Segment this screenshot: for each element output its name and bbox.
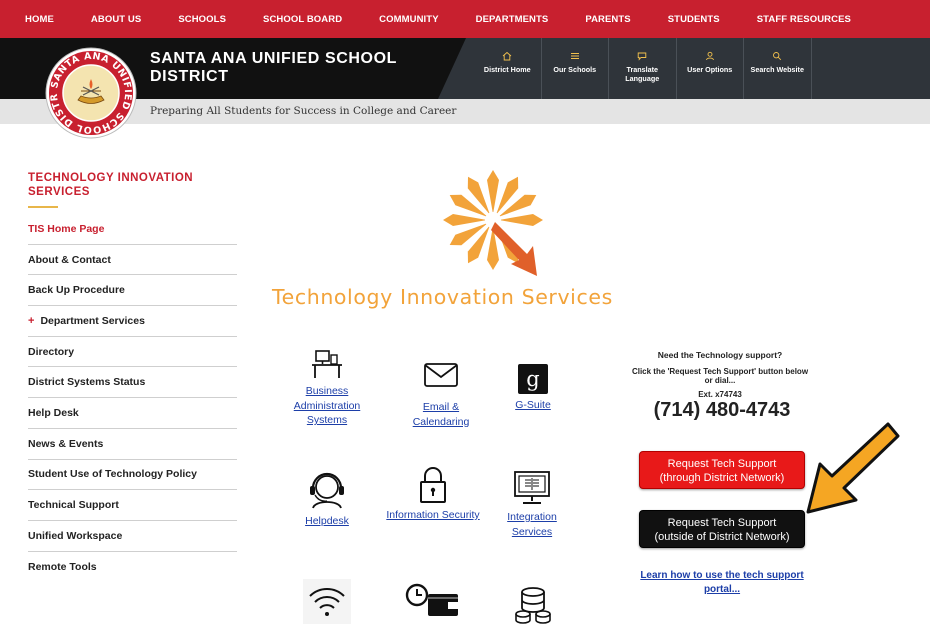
sidebar-title: TECHNOLOGY INNOVATION SERVICES xyxy=(28,172,194,198)
sidebar-menu: TIS Home Page About & Contact Back Up Pr… xyxy=(28,214,237,582)
sidebar-title-divider xyxy=(28,206,58,208)
request-tech-support-internal-button[interactable]: Request Tech Support (through District N… xyxy=(639,451,805,489)
nav-home[interactable]: HOME xyxy=(25,14,54,25)
sidebar-item-label: Student Use of Technology Policy xyxy=(28,468,197,481)
nav-students[interactable]: STUDENTS xyxy=(668,14,720,25)
menu-icon xyxy=(570,53,579,59)
clock-wallet-icon xyxy=(405,583,458,616)
quick-link-district-home[interactable]: District Home xyxy=(474,38,542,99)
quick-link-user-options[interactable]: User Options xyxy=(677,38,744,99)
quick-link-our-schools[interactable]: Our Schools xyxy=(542,38,609,99)
nav-about-us[interactable]: ABOUT US xyxy=(91,14,141,25)
google-icon: g xyxy=(518,364,548,394)
sidebar-item-label: TIS Home Page xyxy=(28,222,105,235)
quick-link-label: Translate Language xyxy=(625,65,660,83)
sidebar-item-tis-home-page[interactable]: TIS Home Page xyxy=(28,214,237,245)
sidebar-item-department-services[interactable]: + Department Services xyxy=(28,306,237,337)
support-instruction: Click the 'Request Tech Support' button … xyxy=(631,367,809,385)
tile-email-calendaring[interactable]: Email & Calendaring xyxy=(400,362,482,429)
nav-schools[interactable]: SCHOOLS xyxy=(178,14,226,25)
nav-parents[interactable]: PARENTS xyxy=(585,14,630,25)
support-question: Need the Technology support? xyxy=(657,350,783,360)
button-label-line1: Request Tech Support xyxy=(667,516,777,529)
tile-information-security[interactable]: Information Security xyxy=(382,466,484,523)
sidebar-item-back-up-procedure[interactable]: Back Up Procedure xyxy=(28,275,237,307)
tile-wifi[interactable] xyxy=(303,579,351,624)
sidebar-item-label: Directory xyxy=(28,345,75,358)
sidebar-item-remote-tools[interactable]: Remote Tools xyxy=(28,552,237,583)
nav-community[interactable]: COMMUNITY xyxy=(379,14,438,25)
headset-icon xyxy=(310,472,344,509)
tagline-strip xyxy=(0,99,930,124)
search-icon xyxy=(773,52,782,61)
tile-integration-services[interactable]: Integration Services xyxy=(500,470,564,539)
padlock-icon xyxy=(420,467,446,503)
sidebar-item-label: Back Up Procedure xyxy=(28,284,125,297)
tile-business-administration[interactable]: Business Administration Systems xyxy=(285,348,369,428)
sidebar-item-unified-workspace[interactable]: Unified Workspace xyxy=(28,521,237,552)
site-title[interactable]: SANTA ANA UNIFIED SCHOOL DISTRICT xyxy=(150,50,420,86)
quick-link-translate-language[interactable]: Translate Language xyxy=(609,38,677,99)
quick-link-label: User Options xyxy=(687,65,733,74)
tis-starburst-logo xyxy=(443,170,543,276)
sidebar-item-district-systems-status[interactable]: District Systems Status xyxy=(28,367,237,399)
sidebar-item-directory[interactable]: Directory xyxy=(28,337,237,368)
tile-clock-wallet[interactable] xyxy=(403,582,461,620)
quick-link-label: Search Website xyxy=(750,65,804,74)
tile-g-suite[interactable]: g G-Suite xyxy=(505,364,561,413)
button-label-line1: Request Tech Support xyxy=(667,457,777,470)
district-seal-logo[interactable]: SANTA ANA UNIFIED SCHOOL DISTRICT xyxy=(45,47,137,139)
envelope-icon xyxy=(424,363,458,387)
nav-school-board[interactable]: SCHOOL BOARD xyxy=(263,14,342,25)
button-label-line2: (through District Network) xyxy=(659,471,785,484)
tile-link[interactable]: Email & Calendaring xyxy=(400,400,482,429)
sidebar-item-help-desk[interactable]: Help Desk xyxy=(28,398,237,429)
request-tech-support-external-button[interactable]: Request Tech Support (outside of Distric… xyxy=(639,510,805,548)
tile-link[interactable]: Helpdesk xyxy=(290,514,364,529)
sidebar-item-technical-support[interactable]: Technical Support xyxy=(28,490,237,521)
top-navigation: HOME ABOUT US SCHOOLS SCHOOL BOARD COMMU… xyxy=(0,0,930,38)
tile-link[interactable]: Business Administration Systems xyxy=(285,384,369,428)
desk-computer-icon xyxy=(312,350,342,378)
support-phone-number: (714) 480-4743 xyxy=(653,399,791,421)
expand-plus-icon[interactable]: + xyxy=(28,315,34,327)
quick-links: District Home Our Schools Translate Lang… xyxy=(474,38,812,99)
sidebar-item-label: Help Desk xyxy=(28,406,79,419)
support-extension: Ext. x74743 xyxy=(698,390,742,399)
site-tagline: Preparing All Students for Success in Co… xyxy=(150,105,457,117)
tis-wordmark: Technology Innovation Services xyxy=(272,285,613,309)
chat-icon xyxy=(638,52,647,61)
sidebar-item-student-use-policy[interactable]: Student Use of Technology Policy xyxy=(28,460,237,491)
nav-departments[interactable]: DEPARTMENTS xyxy=(476,14,549,25)
home-icon xyxy=(502,51,512,61)
sidebar-item-about-contact[interactable]: About & Contact xyxy=(28,245,237,276)
learn-tech-support-portal-link[interactable]: Learn how to use the tech support portal… xyxy=(630,569,814,597)
quick-link-label: Our Schools xyxy=(553,65,597,74)
tile-link[interactable]: Integration Services xyxy=(500,510,564,539)
quick-link-label: District Home xyxy=(483,65,531,74)
sidebar-item-label: About & Contact xyxy=(28,253,111,266)
database-icon xyxy=(515,587,551,624)
sidebar-item-label: Technical Support xyxy=(28,499,119,512)
wifi-icon xyxy=(309,587,345,616)
sidebar-item-label: Remote Tools xyxy=(28,560,97,573)
sidebar-item-label: Department Services xyxy=(40,314,145,327)
sidebar-item-label: News & Events xyxy=(28,437,104,450)
sidebar-item-news-events[interactable]: News & Events xyxy=(28,429,237,460)
tile-link[interactable]: Information Security xyxy=(382,508,484,523)
pointing-arrow-icon xyxy=(806,422,900,514)
nav-staff-resources[interactable]: STAFF RESOURCES xyxy=(757,14,851,25)
monitor-icon xyxy=(514,471,550,504)
tile-helpdesk[interactable]: Helpdesk xyxy=(290,470,364,529)
quick-link-search-website[interactable]: Search Website xyxy=(744,38,812,99)
sidebar-item-label: District Systems Status xyxy=(28,376,146,389)
tile-database[interactable] xyxy=(513,586,553,624)
svg-text:g: g xyxy=(526,367,539,391)
user-icon xyxy=(705,51,714,61)
sidebar-item-label: Unified Workspace xyxy=(28,529,123,542)
button-label-line2: (outside of District Network) xyxy=(654,530,790,543)
tile-link[interactable]: G-Suite xyxy=(505,398,561,413)
